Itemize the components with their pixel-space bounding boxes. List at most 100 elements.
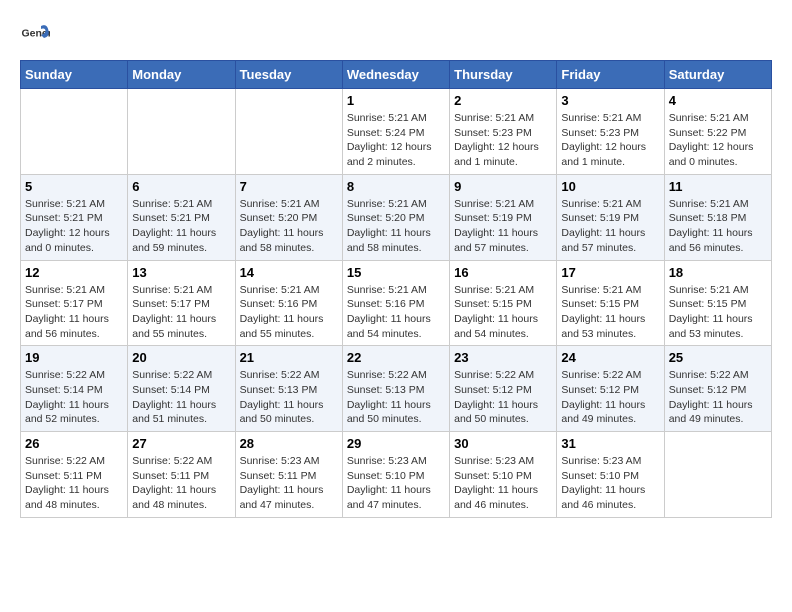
day-info-line: Sunrise: 5:21 AM bbox=[454, 283, 552, 298]
calendar-cell bbox=[128, 89, 235, 175]
calendar-table: SundayMondayTuesdayWednesdayThursdayFrid… bbox=[20, 60, 772, 518]
day-info-line: Sunrise: 5:22 AM bbox=[25, 454, 123, 469]
day-info-line: Sunset: 5:11 PM bbox=[240, 469, 338, 484]
calendar-cell: 1Sunrise: 5:21 AMSunset: 5:24 PMDaylight… bbox=[342, 89, 449, 175]
calendar-cell: 14Sunrise: 5:21 AMSunset: 5:16 PMDayligh… bbox=[235, 260, 342, 346]
day-info-line: Sunset: 5:23 PM bbox=[454, 126, 552, 141]
day-info-line: Sunrise: 5:22 AM bbox=[454, 368, 552, 383]
calendar-cell: 13Sunrise: 5:21 AMSunset: 5:17 PMDayligh… bbox=[128, 260, 235, 346]
day-number: 31 bbox=[561, 436, 659, 451]
logo: General bbox=[20, 20, 54, 50]
day-info-line: Sunset: 5:10 PM bbox=[454, 469, 552, 484]
calendar-cell bbox=[235, 89, 342, 175]
day-info-line: Daylight: 11 hours and 58 minutes. bbox=[347, 226, 445, 255]
calendar-cell: 10Sunrise: 5:21 AMSunset: 5:19 PMDayligh… bbox=[557, 174, 664, 260]
calendar-cell: 11Sunrise: 5:21 AMSunset: 5:18 PMDayligh… bbox=[664, 174, 771, 260]
day-info-line: Sunrise: 5:22 AM bbox=[132, 368, 230, 383]
day-info-line: Sunrise: 5:21 AM bbox=[347, 197, 445, 212]
day-info-line: Sunset: 5:17 PM bbox=[25, 297, 123, 312]
day-info-line: Sunrise: 5:21 AM bbox=[561, 197, 659, 212]
day-info-line: Sunrise: 5:22 AM bbox=[669, 368, 767, 383]
calendar-cell: 12Sunrise: 5:21 AMSunset: 5:17 PMDayligh… bbox=[21, 260, 128, 346]
day-info-line: Sunrise: 5:22 AM bbox=[25, 368, 123, 383]
calendar-cell: 4Sunrise: 5:21 AMSunset: 5:22 PMDaylight… bbox=[664, 89, 771, 175]
calendar-cell: 5Sunrise: 5:21 AMSunset: 5:21 PMDaylight… bbox=[21, 174, 128, 260]
day-info-line: Sunset: 5:24 PM bbox=[347, 126, 445, 141]
day-number: 13 bbox=[132, 265, 230, 280]
calendar-cell: 6Sunrise: 5:21 AMSunset: 5:21 PMDaylight… bbox=[128, 174, 235, 260]
weekday-header-monday: Monday bbox=[128, 61, 235, 89]
day-info-line: Daylight: 12 hours and 1 minute. bbox=[561, 140, 659, 169]
day-info-line: Sunset: 5:13 PM bbox=[240, 383, 338, 398]
day-number: 16 bbox=[454, 265, 552, 280]
day-info-line: Daylight: 11 hours and 57 minutes. bbox=[454, 226, 552, 255]
day-info-line: Sunrise: 5:23 AM bbox=[347, 454, 445, 469]
day-info-line: Sunset: 5:15 PM bbox=[561, 297, 659, 312]
day-info-line: Daylight: 11 hours and 58 minutes. bbox=[240, 226, 338, 255]
day-number: 17 bbox=[561, 265, 659, 280]
day-info-line: Sunrise: 5:21 AM bbox=[669, 111, 767, 126]
calendar-cell: 29Sunrise: 5:23 AMSunset: 5:10 PMDayligh… bbox=[342, 432, 449, 518]
calendar-cell: 30Sunrise: 5:23 AMSunset: 5:10 PMDayligh… bbox=[450, 432, 557, 518]
day-info-line: Sunset: 5:12 PM bbox=[669, 383, 767, 398]
day-info-line: Sunrise: 5:21 AM bbox=[132, 283, 230, 298]
day-number: 21 bbox=[240, 350, 338, 365]
calendar-header: SundayMondayTuesdayWednesdayThursdayFrid… bbox=[21, 61, 772, 89]
calendar-cell: 18Sunrise: 5:21 AMSunset: 5:15 PMDayligh… bbox=[664, 260, 771, 346]
calendar-cell: 28Sunrise: 5:23 AMSunset: 5:11 PMDayligh… bbox=[235, 432, 342, 518]
day-info-line: Daylight: 12 hours and 0 minutes. bbox=[669, 140, 767, 169]
day-number: 29 bbox=[347, 436, 445, 451]
day-info-line: Daylight: 11 hours and 59 minutes. bbox=[132, 226, 230, 255]
calendar-cell bbox=[21, 89, 128, 175]
day-info-line: Sunset: 5:15 PM bbox=[454, 297, 552, 312]
day-number: 4 bbox=[669, 93, 767, 108]
day-info-line: Sunrise: 5:21 AM bbox=[240, 197, 338, 212]
day-number: 15 bbox=[347, 265, 445, 280]
calendar-week-row: 12Sunrise: 5:21 AMSunset: 5:17 PMDayligh… bbox=[21, 260, 772, 346]
calendar-cell: 9Sunrise: 5:21 AMSunset: 5:19 PMDaylight… bbox=[450, 174, 557, 260]
day-info-line: Daylight: 11 hours and 50 minutes. bbox=[454, 398, 552, 427]
day-info-line: Daylight: 11 hours and 48 minutes. bbox=[132, 483, 230, 512]
weekday-header-saturday: Saturday bbox=[664, 61, 771, 89]
day-number: 30 bbox=[454, 436, 552, 451]
day-info-line: Sunrise: 5:21 AM bbox=[669, 283, 767, 298]
calendar-cell: 2Sunrise: 5:21 AMSunset: 5:23 PMDaylight… bbox=[450, 89, 557, 175]
day-number: 10 bbox=[561, 179, 659, 194]
day-number: 27 bbox=[132, 436, 230, 451]
day-info-line: Daylight: 11 hours and 49 minutes. bbox=[669, 398, 767, 427]
calendar-week-row: 5Sunrise: 5:21 AMSunset: 5:21 PMDaylight… bbox=[21, 174, 772, 260]
day-info-line: Daylight: 11 hours and 55 minutes. bbox=[132, 312, 230, 341]
day-number: 3 bbox=[561, 93, 659, 108]
day-info-line: Sunrise: 5:22 AM bbox=[561, 368, 659, 383]
day-info-line: Sunset: 5:23 PM bbox=[561, 126, 659, 141]
day-number: 28 bbox=[240, 436, 338, 451]
calendar-cell: 27Sunrise: 5:22 AMSunset: 5:11 PMDayligh… bbox=[128, 432, 235, 518]
day-info-line: Daylight: 11 hours and 52 minutes. bbox=[25, 398, 123, 427]
day-info-line: Daylight: 11 hours and 46 minutes. bbox=[561, 483, 659, 512]
weekday-header-tuesday: Tuesday bbox=[235, 61, 342, 89]
day-info-line: Sunrise: 5:23 AM bbox=[454, 454, 552, 469]
day-number: 2 bbox=[454, 93, 552, 108]
page-header: General bbox=[20, 20, 772, 50]
day-number: 8 bbox=[347, 179, 445, 194]
day-number: 14 bbox=[240, 265, 338, 280]
day-info-line: Daylight: 11 hours and 51 minutes. bbox=[132, 398, 230, 427]
day-number: 5 bbox=[25, 179, 123, 194]
weekday-header-thursday: Thursday bbox=[450, 61, 557, 89]
calendar-cell: 24Sunrise: 5:22 AMSunset: 5:12 PMDayligh… bbox=[557, 346, 664, 432]
calendar-cell: 21Sunrise: 5:22 AMSunset: 5:13 PMDayligh… bbox=[235, 346, 342, 432]
day-info-line: Sunrise: 5:22 AM bbox=[347, 368, 445, 383]
day-info-line: Sunset: 5:12 PM bbox=[454, 383, 552, 398]
calendar-cell: 22Sunrise: 5:22 AMSunset: 5:13 PMDayligh… bbox=[342, 346, 449, 432]
day-info-line: Sunrise: 5:21 AM bbox=[132, 197, 230, 212]
day-info-line: Sunset: 5:11 PM bbox=[25, 469, 123, 484]
day-info-line: Sunset: 5:19 PM bbox=[561, 211, 659, 226]
day-info-line: Sunrise: 5:21 AM bbox=[347, 283, 445, 298]
day-info-line: Daylight: 12 hours and 1 minute. bbox=[454, 140, 552, 169]
day-number: 1 bbox=[347, 93, 445, 108]
weekday-header-sunday: Sunday bbox=[21, 61, 128, 89]
day-info-line: Daylight: 11 hours and 49 minutes. bbox=[561, 398, 659, 427]
logo-icon: General bbox=[20, 20, 50, 50]
calendar-week-row: 19Sunrise: 5:22 AMSunset: 5:14 PMDayligh… bbox=[21, 346, 772, 432]
day-info-line: Sunset: 5:11 PM bbox=[132, 469, 230, 484]
